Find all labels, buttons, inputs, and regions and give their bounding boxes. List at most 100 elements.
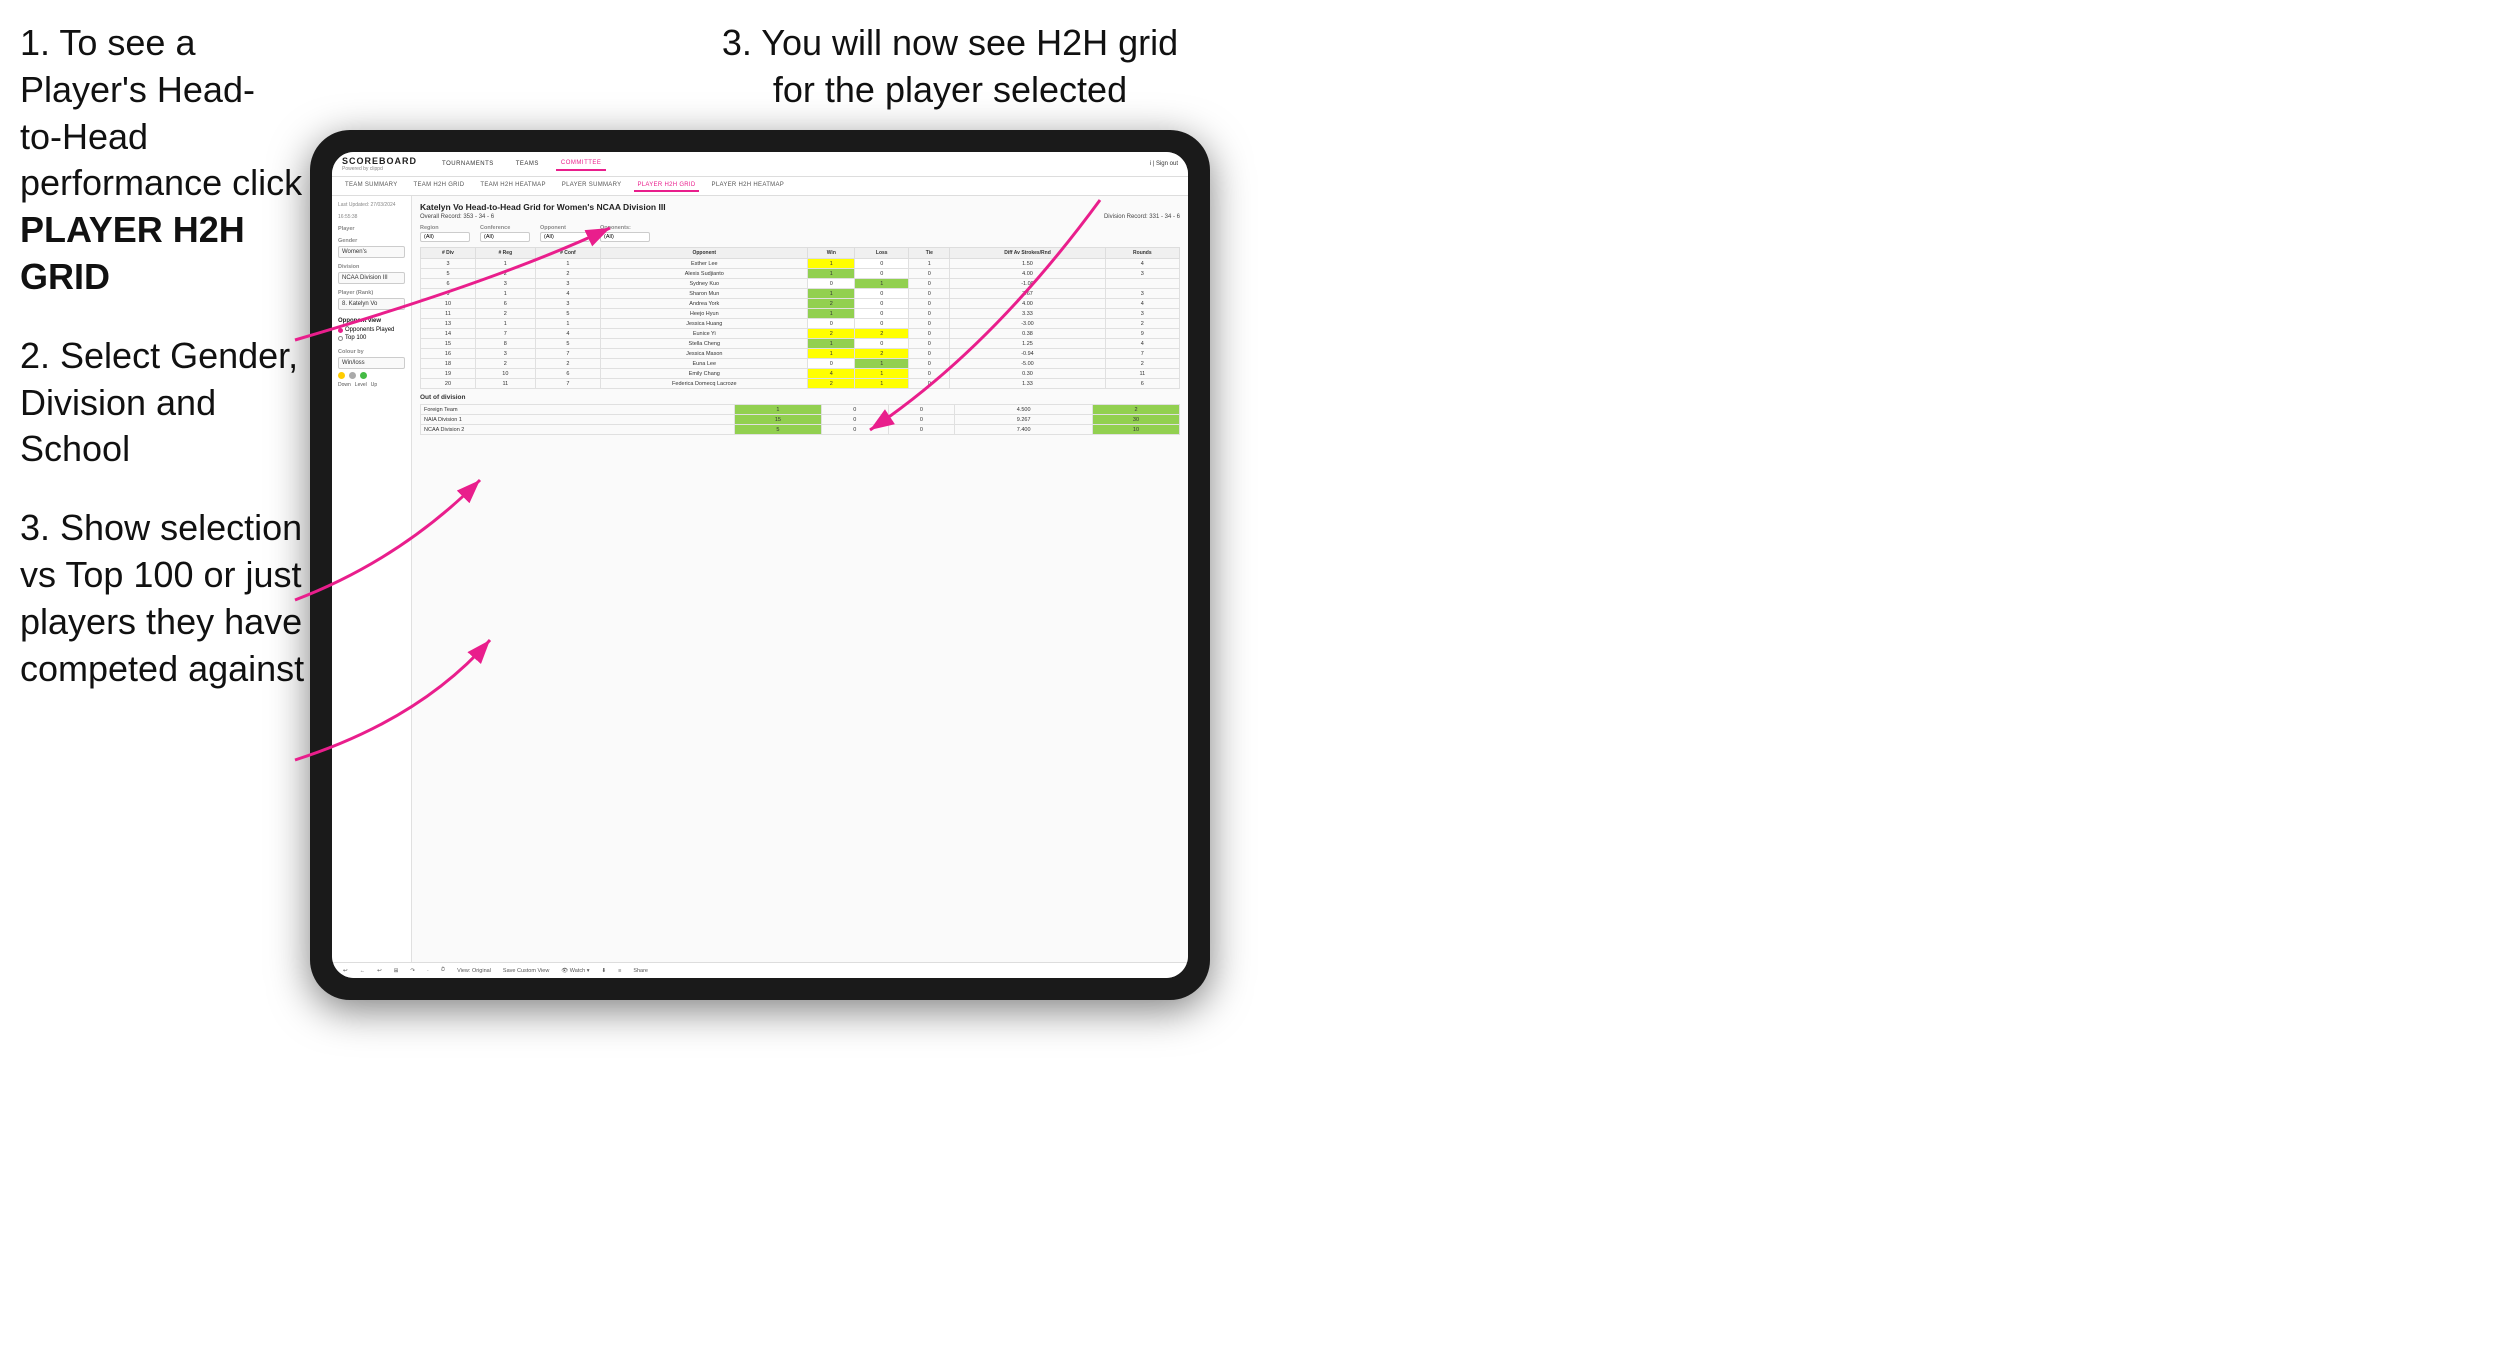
cell-reg: 6	[475, 299, 535, 309]
sign-out-link[interactable]: i | Sign out	[1150, 161, 1178, 167]
gender-label: Gender	[338, 238, 405, 244]
gender-select[interactable]: Women's	[338, 246, 405, 258]
ood-cell-rounds: 2	[1092, 405, 1179, 415]
colour-level-lbl: Level	[355, 382, 367, 388]
grid-title: Katelyn Vo Head-to-Head Grid for Women's…	[420, 202, 1180, 212]
subnav-player-summary[interactable]: PLAYER SUMMARY	[559, 180, 625, 192]
cell-div: 20	[421, 379, 476, 389]
opponent-select[interactable]: (All)	[540, 232, 590, 242]
cell-win: 0	[808, 279, 855, 289]
overall-record: Overall Record: 353 - 34 - 6	[420, 214, 494, 220]
division-select[interactable]: NCAA Division III	[338, 272, 405, 284]
cell-reg: 10	[475, 369, 535, 379]
ood-cell-loss: 0	[821, 425, 888, 435]
top-nav: SCOREBOARD Powered by clippd TOURNAMENTS…	[332, 152, 1188, 177]
table-row: 14 7 4 Eunice Yi 2 2 0 0.38 9	[421, 329, 1180, 339]
region-select[interactable]: (All)	[420, 232, 470, 242]
toolbar-refresh[interactable]: ↷	[407, 967, 418, 975]
ood-cell-name: NCAA Division 2	[421, 425, 735, 435]
nav-committee[interactable]: COMMITTEE	[556, 157, 607, 171]
cell-div: 9	[421, 289, 476, 299]
subnav-player-heatmap[interactable]: PLAYER H2H HEATMAP	[709, 180, 788, 192]
cell-reg: 3	[475, 279, 535, 289]
division-label: Division	[338, 264, 405, 270]
cell-rounds: 11	[1105, 369, 1179, 379]
colour-section: Colour by Win/loss Down Level Up	[338, 349, 405, 388]
player-rank-label: Player (Rank)	[338, 290, 405, 296]
cell-reg: 7	[475, 329, 535, 339]
toolbar-back[interactable]: ←	[357, 967, 369, 975]
ood-cell-diff: 9.267	[955, 415, 1093, 425]
toolbar-watch[interactable]: 👁 Watch ▾	[558, 967, 592, 975]
conference-select[interactable]: (All)	[480, 232, 530, 242]
cell-tie: 0	[909, 309, 950, 319]
ood-table-row: NCAA Division 2 5 0 0 7.400 10	[421, 425, 1180, 435]
colour-labels: Down Level Up	[338, 382, 405, 388]
radio-dot-unselected	[338, 336, 343, 341]
ood-cell-win: 1	[734, 405, 821, 415]
subnav-team-summary[interactable]: TEAM SUMMARY	[342, 180, 401, 192]
cell-tie: 0	[909, 329, 950, 339]
colour-down-circle	[338, 372, 345, 379]
cell-win: 1	[808, 309, 855, 319]
cell-rounds: 9	[1105, 329, 1179, 339]
toolbar-view-original[interactable]: View: Original	[454, 967, 494, 975]
records-row: Overall Record: 353 - 34 - 6 Division Re…	[420, 214, 1180, 220]
cell-reg: 8	[475, 339, 535, 349]
cell-diff: 3.33	[950, 309, 1105, 319]
player-rank-select[interactable]: 8. Katelyn Vo	[338, 298, 405, 310]
out-of-division-label: Out of division	[420, 394, 1180, 401]
cell-div: 14	[421, 329, 476, 339]
cell-win: 1	[808, 289, 855, 299]
tablet-device: SCOREBOARD Powered by clippd TOURNAMENTS…	[310, 130, 1210, 1000]
ood-table-row: Foreign Team 1 0 0 4.500 2	[421, 405, 1180, 415]
app-container: SCOREBOARD Powered by clippd TOURNAMENTS…	[332, 152, 1188, 978]
opponent-view-title: Opponent view	[338, 318, 405, 324]
cell-conf: 4	[535, 329, 600, 339]
cell-div: 16	[421, 349, 476, 359]
toolbar-save-custom[interactable]: Save Custom View	[500, 967, 552, 975]
toolbar-timer[interactable]: ⏱	[438, 966, 448, 975]
ood-table-row: NAIA Division 1 15 0 0 9.267 30	[421, 415, 1180, 425]
filters-container: Region (All) Conference (All) Opponent (…	[420, 225, 1180, 242]
th-rounds: Rounds	[1105, 248, 1179, 259]
toolbar-download[interactable]: ⬇	[598, 967, 609, 975]
colour-select[interactable]: Win/loss	[338, 357, 405, 369]
filter-opponents: Opponents: (All)	[600, 225, 650, 242]
cell-rounds: 4	[1105, 259, 1179, 269]
ood-cell-win: 5	[734, 425, 821, 435]
radio-top100[interactable]: Top 100	[338, 335, 405, 341]
subnav-team-h2h[interactable]: TEAM H2H GRID	[411, 180, 468, 192]
cell-win: 1	[808, 349, 855, 359]
cell-diff: 0.38	[950, 329, 1105, 339]
nav-tournaments[interactable]: TOURNAMENTS	[437, 158, 499, 170]
th-reg: # Reg	[475, 248, 535, 259]
opponents-select[interactable]: (All)	[600, 232, 650, 242]
cell-diff: -3.00	[950, 319, 1105, 329]
toolbar-redo[interactable]: ↩	[374, 967, 385, 975]
step3b-instruction: 3. You will now see H2H grid for the pla…	[700, 20, 1200, 114]
cell-reg: 11	[475, 379, 535, 389]
toolbar-menu[interactable]: ≡	[615, 967, 624, 975]
opponent-header: Opponent	[540, 225, 590, 231]
toolbar-undo[interactable]: ↩	[340, 967, 351, 975]
ood-cell-tie: 0	[888, 405, 955, 415]
nav-teams[interactable]: TEAMS	[511, 158, 544, 170]
colour-label: Colour by	[338, 349, 405, 355]
radio-opponents-played[interactable]: Opponents Played	[338, 327, 405, 333]
ood-cell-diff: 4.500	[955, 405, 1093, 415]
toolbar-grid[interactable]: ⊞	[391, 967, 402, 975]
toolbar-share[interactable]: Share	[630, 967, 651, 975]
subnav-player-h2h[interactable]: PLAYER H2H GRID	[634, 180, 698, 192]
cell-opponent: Andrea York	[601, 299, 808, 309]
cell-loss: 0	[855, 319, 909, 329]
cell-div: 10	[421, 299, 476, 309]
tablet-screen: SCOREBOARD Powered by clippd TOURNAMENTS…	[332, 152, 1188, 978]
subnav-team-heatmap[interactable]: TEAM H2H HEATMAP	[477, 180, 548, 192]
colour-level-circle	[349, 372, 356, 379]
cell-loss: 0	[855, 289, 909, 299]
cell-win: 2	[808, 299, 855, 309]
cell-tie: 0	[909, 339, 950, 349]
table-row: 3 1 1 Esther Lee 1 0 1 1.50 4	[421, 259, 1180, 269]
cell-div: 3	[421, 259, 476, 269]
